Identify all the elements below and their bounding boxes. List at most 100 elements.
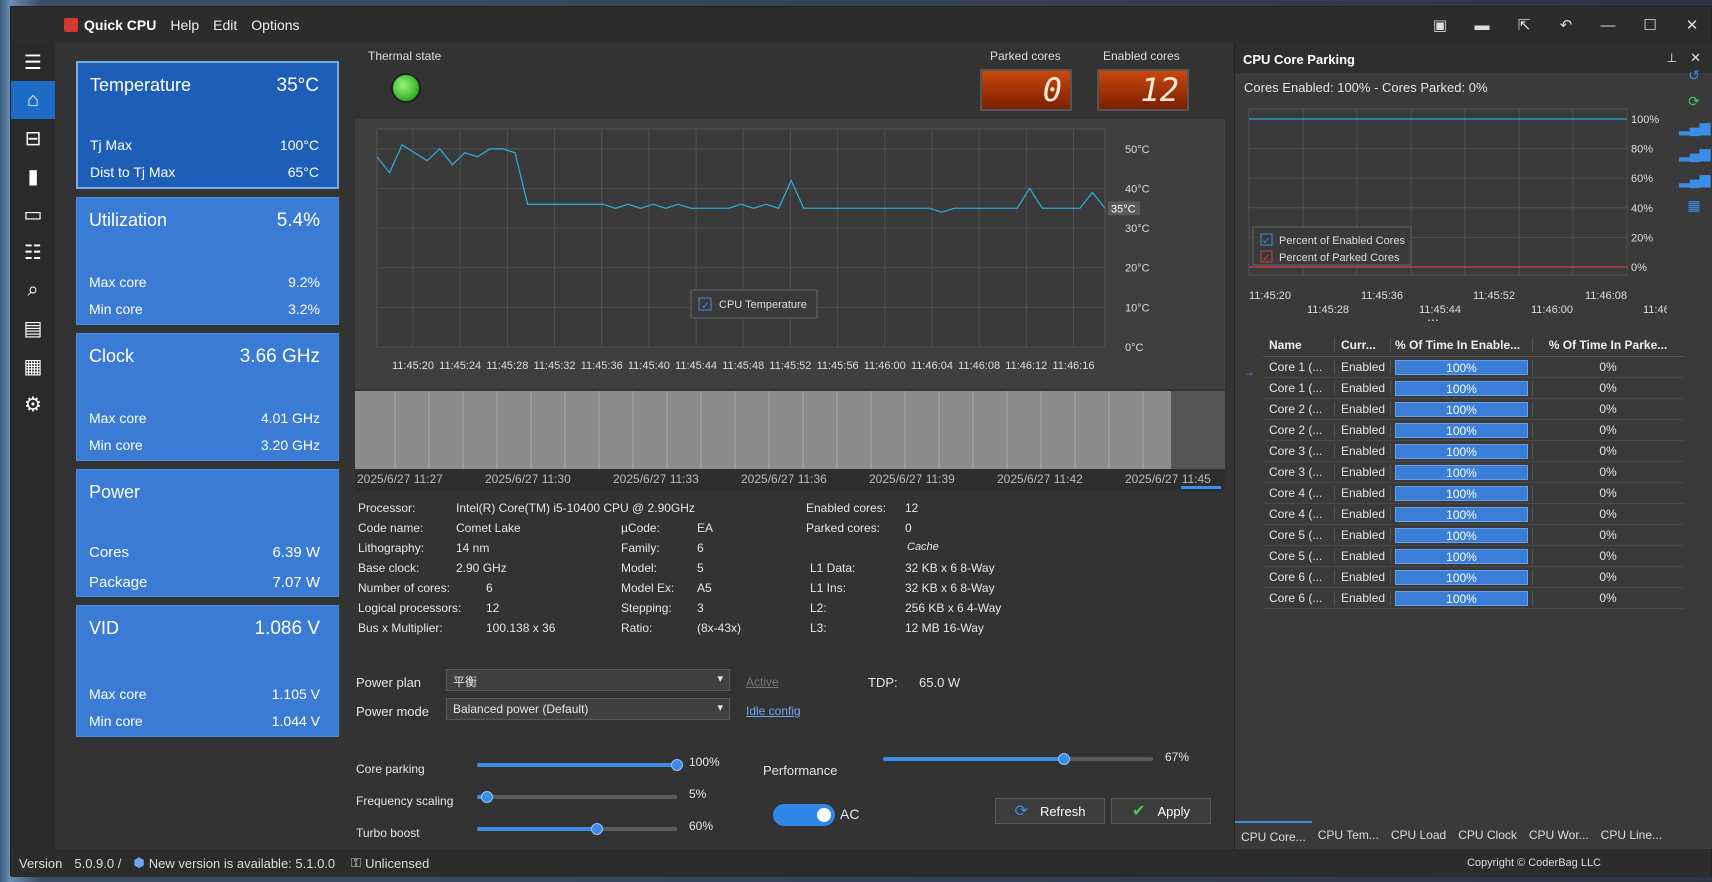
table-row[interactable]: Core 5 (... Enabled 100% 0%	[1263, 525, 1683, 546]
x-tick-label: 11:46:16	[1052, 360, 1094, 372]
bar-chart-icon[interactable]: ▮	[11, 157, 55, 195]
theme-color-icon[interactable]: ▬	[1471, 17, 1493, 34]
logical-label: Logical processors:	[358, 601, 462, 615]
color-grid-icon[interactable]: ▦	[1679, 197, 1709, 223]
menu-help[interactable]: Help	[170, 17, 199, 33]
right-tool-strip: ↺ ⟳ ▂▄▆ ▂▄▆ ▂▄▆ ▦	[1679, 67, 1710, 287]
refresh-button[interactable]: ⟳ Refresh	[995, 798, 1105, 824]
table-row[interactable]: Core 6 (... Enabled 100% 0%	[1263, 567, 1683, 588]
tile-row-value: 9.2%	[288, 274, 320, 290]
core-name-cell: Core 4 (...	[1263, 486, 1335, 500]
col-name[interactable]: Name	[1263, 337, 1335, 352]
chart-tab[interactable]: CPU Line...	[1595, 821, 1668, 849]
table-row[interactable]: Core 2 (... Enabled 100% 0%	[1263, 420, 1683, 441]
gear-icon[interactable]: ⚙	[11, 385, 55, 423]
new-version-link[interactable]: New version is available: 5.1.0.0	[149, 856, 335, 871]
table-row[interactable]: Core 4 (... Enabled 100% 0%	[1263, 483, 1683, 504]
model-ex-label: Model Ex:	[621, 581, 675, 595]
col-current[interactable]: Curr...	[1335, 337, 1391, 352]
signal-icon-1[interactable]: ▂▄▆	[1679, 119, 1710, 145]
active-link[interactable]: Active	[746, 675, 779, 689]
overview-tick-label: 2025/6/27 11:30	[485, 472, 571, 486]
inspect-icon[interactable]: ⌕	[11, 271, 55, 309]
x-tick-label: 11:45:28	[486, 360, 528, 372]
monitor-icon[interactable]: ▦	[11, 347, 55, 385]
ac-toggle[interactable]	[773, 804, 835, 826]
table-row[interactable]: Core 6 (... Enabled 100% 0%	[1263, 588, 1683, 609]
chart-tab[interactable]: CPU Clock	[1452, 821, 1523, 849]
selected-row-arrow-icon: →	[1243, 365, 1255, 379]
table-row[interactable]: Core 1 (... Enabled 100% 0%	[1263, 357, 1683, 378]
clock-tile[interactable]: Clock 3.66 GHz Max core 4.01 GHz Min core…	[76, 333, 339, 461]
screenshot-icon[interactable]: ▣	[1429, 16, 1451, 34]
version-value: 5.0.9.0 /	[74, 855, 122, 871]
tile-row-value: 1.105 V	[271, 686, 320, 702]
hamburger-menu-icon[interactable]: ☰	[11, 43, 55, 81]
splitter-grip[interactable]: ⋯	[1427, 313, 1439, 327]
table-row[interactable]: Core 3 (... Enabled 100% 0%	[1263, 441, 1683, 462]
signal-icon-3[interactable]: ▂▄▆	[1679, 171, 1710, 197]
undo-history-icon[interactable]: ↺	[1679, 67, 1709, 93]
power-tile[interactable]: Power Cores 6.39 W Package 7.07 W	[76, 469, 339, 597]
col-enabled-time[interactable]: % Of Time In Enable...	[1391, 337, 1533, 352]
power-plan-select[interactable]: 平衡	[446, 669, 730, 691]
list-settings-icon[interactable]: ☷	[11, 233, 55, 271]
undo-icon[interactable]: ↶	[1555, 16, 1577, 34]
minimize-icon[interactable]: —	[1597, 17, 1619, 34]
slider-knob[interactable]	[481, 791, 493, 803]
home-icon[interactable]: ⌂	[11, 81, 55, 119]
table-row[interactable]: Core 1 (... Enabled 100% 0%	[1263, 378, 1683, 399]
frequency-scaling-slider[interactable]	[477, 791, 677, 803]
close-icon[interactable]: ✕	[1681, 16, 1703, 34]
tile-row: Package 7.07 W	[89, 574, 320, 591]
refresh-green-icon[interactable]: ⟳	[1679, 93, 1709, 119]
cores-icon[interactable]: ▭	[11, 195, 55, 233]
power-mode-select[interactable]: Balanced power (Default)	[446, 698, 730, 720]
cache-title: Cache	[907, 541, 939, 553]
export-icon[interactable]: ⇱	[1513, 16, 1535, 34]
book-icon[interactable]: ▤	[11, 309, 55, 347]
core-name-cell: Core 1 (...	[1263, 381, 1335, 395]
table-row[interactable]: Core 3 (... Enabled 100% 0%	[1263, 462, 1683, 483]
chart-tab[interactable]: CPU Wor...	[1523, 821, 1595, 849]
table-row[interactable]: Core 5 (... Enabled 100% 0%	[1263, 546, 1683, 567]
overview-tick-label: 2025/6/27 11:42	[997, 472, 1083, 486]
license-status[interactable]: Unlicensed	[365, 856, 429, 871]
enabled-time-bar: 100%	[1395, 590, 1528, 606]
core-state-cell: Enabled	[1335, 423, 1391, 437]
legend-text: CPU Temperature	[719, 299, 807, 311]
overview-timeline[interactable]: 2025/6/27 11:27 2025/6/27 11:30 2025/6/27 …	[355, 391, 1225, 491]
table-body: Core 1 (... Enabled 100% 0% Core 1 (... Enabl…	[1263, 357, 1683, 609]
slider-knob[interactable]	[671, 759, 683, 771]
apply-button[interactable]: ✔ Apply	[1111, 798, 1211, 824]
idle-config-link[interactable]: Idle config	[746, 704, 801, 718]
core-parking-slider[interactable]	[477, 759, 683, 771]
col-parked-time[interactable]: % Of Time In Parke...	[1533, 338, 1683, 352]
tile-row: Min core 1.044 V	[89, 713, 320, 729]
base-clock-label: Base clock:	[358, 561, 420, 575]
table-row[interactable]: Core 2 (... Enabled 100% 0%	[1263, 399, 1683, 420]
slider-knob[interactable]	[591, 823, 603, 835]
signal-icon-2[interactable]: ▂▄▆	[1679, 145, 1710, 171]
turbo-boost-slider[interactable]	[477, 823, 677, 835]
maximize-icon[interactable]: ☐	[1639, 16, 1661, 34]
chart-tab[interactable]: CPU Core...	[1235, 821, 1312, 849]
performance-slider[interactable]	[883, 753, 1153, 765]
tile-row-label: Min core	[89, 713, 143, 729]
chart-tab[interactable]: CPU Load	[1385, 821, 1452, 849]
menu-edit[interactable]: Edit	[213, 17, 237, 33]
table-row[interactable]: Core 4 (... Enabled 100% 0%	[1263, 504, 1683, 525]
chart-tab[interactable]: CPU Tem...	[1312, 821, 1385, 849]
slider-knob[interactable]	[1057, 753, 1070, 765]
tile-row-label: Cores	[89, 544, 130, 561]
vid-tile[interactable]: VID 1.086 V Max core 1.105 V Min core 1.04…	[76, 605, 339, 737]
panel-close-icon[interactable]: ✕	[1690, 50, 1701, 66]
lithography-label: Lithography:	[358, 541, 425, 555]
tree-icon[interactable]: ⊟	[11, 119, 55, 157]
utilization-tile[interactable]: Utilization 5.4% Max core 9.2% Min core 3.…	[76, 197, 339, 325]
temperature-tile[interactable]: Temperature 35°C Tj Max 100°C Dist to Tj …	[76, 61, 339, 189]
menu-options[interactable]: Options	[251, 17, 299, 33]
x-tick-label: 11:46:00	[864, 360, 906, 372]
x-tick-label: 11:45:28	[1307, 304, 1349, 316]
pin-icon[interactable]: ⊥	[1667, 51, 1677, 65]
